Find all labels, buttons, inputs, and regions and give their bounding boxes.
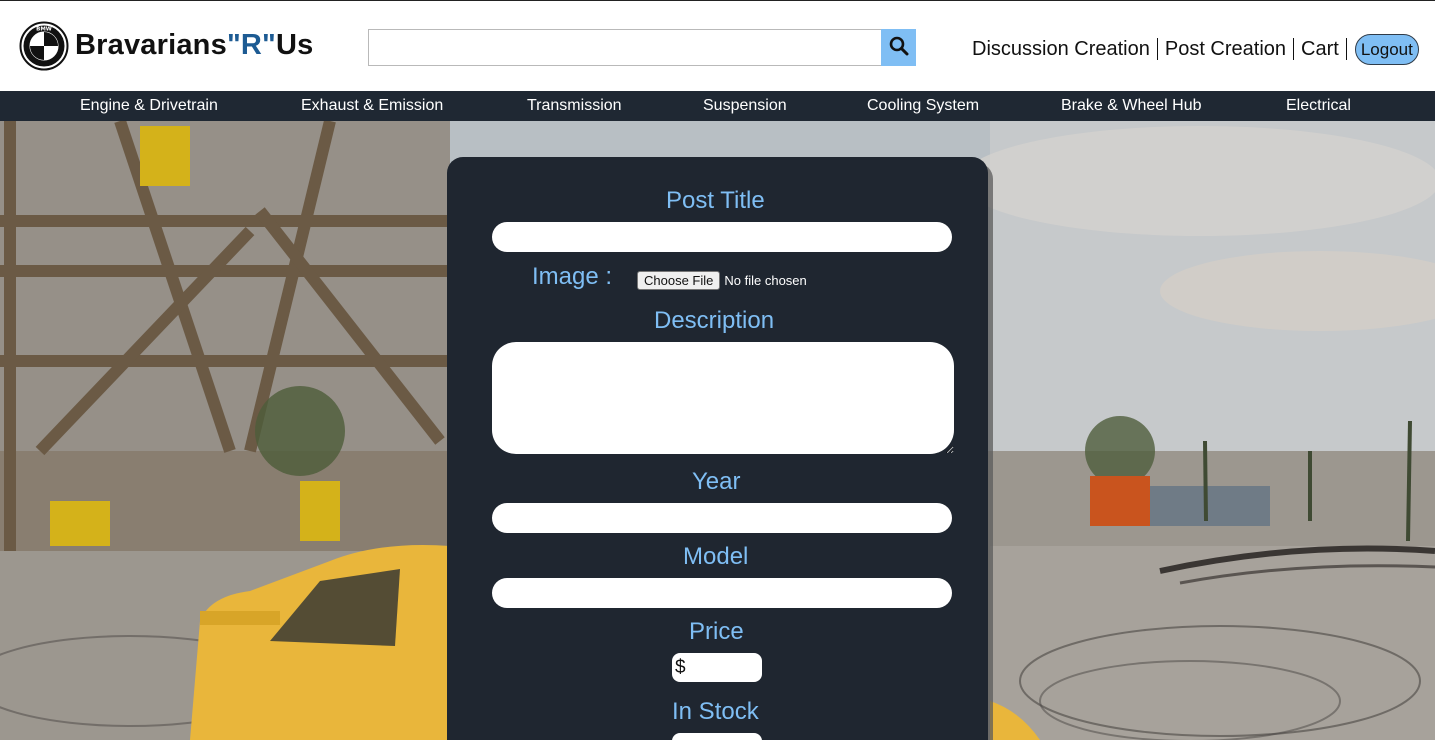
top-nav: Discussion Creation Post Creation Cart L… xyxy=(972,33,1419,65)
category-brake-wheel-hub[interactable]: Brake & Wheel Hub xyxy=(1061,91,1202,121)
price-input[interactable] xyxy=(690,653,760,682)
post-title-label: Post Title xyxy=(666,187,765,214)
category-transmission[interactable]: Transmission xyxy=(527,91,622,121)
description-textarea[interactable] xyxy=(492,342,954,454)
nav-divider xyxy=(1293,38,1295,60)
nav-divider xyxy=(1156,38,1158,60)
model-input[interactable] xyxy=(492,578,952,608)
in-stock-label: In Stock xyxy=(672,698,759,725)
search-input[interactable] xyxy=(368,29,882,66)
brand-suffix: Us xyxy=(275,29,314,61)
image-label: Image : xyxy=(532,263,613,290)
year-label: Year xyxy=(692,468,741,495)
category-engine-drivetrain[interactable]: Engine & Drivetrain xyxy=(80,91,218,121)
file-status: No file chosen xyxy=(724,273,807,288)
nav-discussion-creation[interactable]: Discussion Creation xyxy=(972,35,1150,63)
category-exhaust-emission[interactable]: Exhaust & Emission xyxy=(301,91,443,121)
site-brand[interactable]: Bravarians"R"Us xyxy=(75,29,313,62)
model-label: Model xyxy=(683,543,749,570)
logout-button[interactable]: Logout xyxy=(1354,33,1419,65)
image-file-picker: Choose File No file chosen xyxy=(637,271,807,290)
search-icon xyxy=(889,36,909,59)
search-button[interactable] xyxy=(881,29,916,66)
site-header: BMW Bravarians"R"Us Discussion Creation … xyxy=(0,0,1435,91)
category-electrical[interactable]: Electrical xyxy=(1286,91,1351,121)
nav-divider xyxy=(1345,38,1347,60)
logo-ring-text: BMW xyxy=(36,27,52,33)
nav-cart[interactable]: Cart xyxy=(1301,35,1339,63)
price-field: $ xyxy=(672,653,762,682)
brand-prefix: Bravarians xyxy=(75,29,227,61)
in-stock-input[interactable] xyxy=(672,733,762,740)
bmw-logo-icon[interactable]: BMW xyxy=(19,21,69,71)
post-title-input[interactable] xyxy=(492,222,952,252)
choose-file-button[interactable]: Choose File xyxy=(637,271,721,290)
category-nav: Engine & Drivetrain Exhaust & Emission T… xyxy=(0,91,1435,121)
brand-accent: "R" xyxy=(226,29,276,61)
description-label: Description xyxy=(654,307,775,334)
category-suspension[interactable]: Suspension xyxy=(703,91,787,121)
year-input[interactable] xyxy=(492,503,952,533)
category-cooling-system[interactable]: Cooling System xyxy=(867,91,979,121)
search-bar xyxy=(368,29,916,66)
price-label: Price xyxy=(689,618,744,645)
dollar-sign: $ xyxy=(675,657,686,678)
nav-post-creation[interactable]: Post Creation xyxy=(1165,35,1286,63)
